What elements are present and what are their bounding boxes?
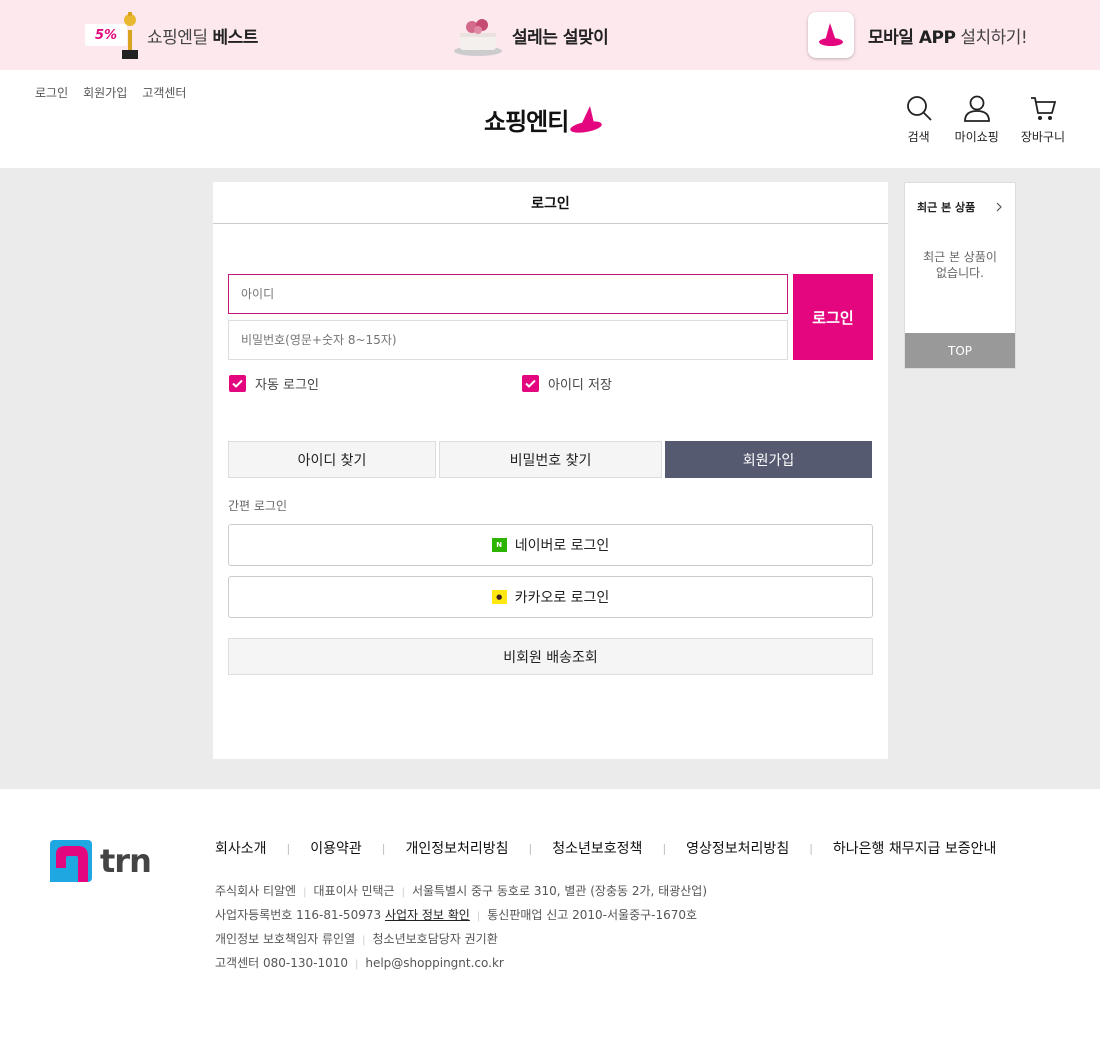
util-link-signup[interactable]: 회원가입 [83, 84, 127, 101]
promo-app-bold: 모바일 APP [868, 27, 956, 48]
auto-login-label: 자동 로그인 [255, 378, 319, 393]
company-name: 주식회사 티알엔 [215, 884, 297, 898]
trn-logo: trn [50, 840, 152, 882]
find-password-button[interactable]: 비밀번호 찾기 [439, 441, 662, 478]
cart-label: 장바구니 [1020, 130, 1065, 144]
mypage-label: 마이쇼핑 [954, 130, 999, 144]
trn-logo-icon [50, 840, 92, 882]
search-label: 검색 [907, 130, 930, 144]
save-id-label: 아이디 저장 [548, 378, 612, 393]
company-address: 서울특별시 중구 동호로 310, 별관 (장충동 2가, 태광산업) [411, 884, 708, 898]
naver-icon: N [491, 538, 507, 552]
youth-officer: 청소년보호담당자 권기환 [372, 932, 498, 946]
footer-link-privacy[interactable]: 개인정보처리방침 [406, 838, 509, 858]
promo-best-bold: 베스트 [212, 27, 258, 48]
promo-mobile-app[interactable]: 모바일 APP 설치하기! [808, 8, 1028, 62]
footer-links: 회사소개 | 이용약관 | 개인정보처리방침 | 청소년보호정책 | 영상정보처… [215, 838, 996, 858]
promo-best-deal[interactable]: 5% 쇼핑엔딜 베스트 [85, 8, 258, 62]
util-link-customer-center[interactable]: 고객센터 [142, 84, 186, 101]
auto-login-checkbox[interactable]: 자동 로그인 [229, 374, 319, 393]
naver-login-label: 네이버로 로그인 [514, 538, 610, 554]
trophy-icon [122, 12, 138, 59]
promo-best-label: 쇼핑엔딜 [147, 27, 208, 48]
signup-button[interactable]: 회원가입 [665, 441, 872, 478]
login-button[interactable]: 로그인 [793, 274, 873, 360]
password-input[interactable] [228, 320, 788, 360]
recent-products-empty: 최근 본 상품이 없습니다. [923, 250, 997, 280]
kakao-icon: ● [491, 590, 507, 604]
privacy-officer: 개인정보 보호책임자 류인열 [215, 932, 356, 946]
app-icon [808, 12, 854, 58]
checkbox-checked-icon [522, 375, 539, 392]
guest-delivery-button[interactable]: 비회원 배송조회 [228, 638, 873, 675]
mypage-button[interactable]: 마이쇼핑 [955, 94, 999, 145]
logo-text: 쇼핑엔티 [484, 108, 569, 136]
recent-products-header[interactable]: 최근 본 상품 [905, 183, 1015, 231]
promo-banner: 5% 쇼핑엔딜 베스트 설레는 설맞이 모바일 APP 설치하기! [0, 0, 1100, 70]
footer-company-info: 주식회사 티알엔 | 대표이사 민택근 | 서울특별시 중구 동호로 310, 별관 (… [215, 880, 707, 976]
find-id-button[interactable]: 아이디 찾기 [228, 441, 436, 478]
cart-icon [1030, 97, 1057, 120]
footer-link-video[interactable]: 영상정보처리방침 [686, 838, 789, 858]
logo-hat-icon [570, 105, 603, 133]
cart-button[interactable]: 장바구니 [1021, 94, 1065, 145]
customer-email[interactable]: help@shoppingnt.co.kr [365, 956, 503, 970]
divider: | [809, 841, 813, 855]
business-number: 사업자등록번호 116-81-50973 [215, 908, 382, 922]
search-icon [906, 96, 932, 121]
footer-info-line2: 사업자등록번호 116-81-50973 사업자 정보 확인 | 통신판매업 신고 … [215, 908, 698, 922]
util-link-login[interactable]: 로그인 [35, 84, 68, 101]
cake-icon [454, 19, 502, 56]
site-logo[interactable]: 쇼핑엔티 [484, 102, 604, 137]
util-links: 로그인 회원가입 고객센터 [35, 84, 186, 101]
customer-phone: 고객센터 080-130-1010 [215, 956, 348, 970]
login-panel: 로그인 로그인 자동 로그인 아이디 저장 아이디 찾기 비밀번호 찾기 회원가… [213, 182, 888, 759]
divider: | [381, 841, 386, 855]
search-button[interactable]: 검색 [905, 94, 933, 145]
mail-order-number: 통신판매업 신고 2010-서울중구-1670호 [487, 908, 698, 922]
site-header: 로그인 회원가입 고객센터 쇼핑엔티 검색 마이쇼핑 장바구니 [0, 70, 1100, 168]
easy-login-label: 간편 로그인 [228, 499, 288, 513]
divider: | [662, 841, 667, 855]
footer-info-line4: 고객센터 080-130-1010 | help@shoppingnt.co.kr [215, 956, 504, 970]
promo-new-year[interactable]: 설레는 설맞이 [452, 8, 609, 62]
promo-app-light: 설치하기! [960, 27, 1028, 48]
divider: | [528, 841, 533, 855]
recent-products-title: 최근 본 상품 [917, 201, 976, 214]
divider: | [286, 841, 291, 855]
scroll-top-button[interactable]: TOP [905, 333, 1015, 368]
user-icon [963, 95, 990, 122]
kakao-login-label: 카카오로 로그인 [514, 590, 610, 606]
site-footer: trn 회사소개 | 이용약관 | 개인정보처리방침 | 청소년보호정책 | 영… [0, 789, 1100, 1045]
chevron-right-icon [996, 202, 1002, 212]
save-id-checkbox[interactable]: 아이디 저장 [522, 374, 612, 393]
footer-link-bank-guarantee[interactable]: 하나은행 채무지급 보증안내 [833, 838, 996, 858]
header-icons: 검색 마이쇼핑 장바구니 [905, 94, 1065, 145]
checkbox-checked-icon [229, 375, 246, 392]
kakao-login-button[interactable]: ● 카카오로 로그인 [228, 576, 873, 618]
footer-link-youth[interactable]: 청소년보호정책 [552, 838, 642, 858]
page-title: 로그인 [213, 182, 888, 224]
promo-new-year-label: 설레는 설맞이 [512, 27, 609, 48]
footer-link-terms[interactable]: 이용약관 [310, 838, 362, 858]
footer-link-company[interactable]: 회사소개 [215, 838, 267, 858]
naver-login-button[interactable]: N 네이버로 로그인 [228, 524, 873, 566]
trn-logo-text: trn [100, 842, 152, 880]
id-input[interactable] [228, 274, 788, 314]
footer-info-line3: 개인정보 보호책임자 류인열 | 청소년보호담당자 권기환 [215, 932, 498, 946]
ceo-name: 대표이사 민택근 [313, 884, 395, 898]
witch-hat-icon [819, 23, 843, 46]
recent-products-widget: 최근 본 상품 최근 본 상품이 없습니다. TOP [904, 182, 1016, 369]
business-info-link[interactable]: 사업자 정보 확인 [385, 908, 470, 922]
footer-info-line1: 주식회사 티알엔 | 대표이사 민택근 | 서울특별시 중구 동호로 310, 별관 (… [215, 884, 708, 898]
